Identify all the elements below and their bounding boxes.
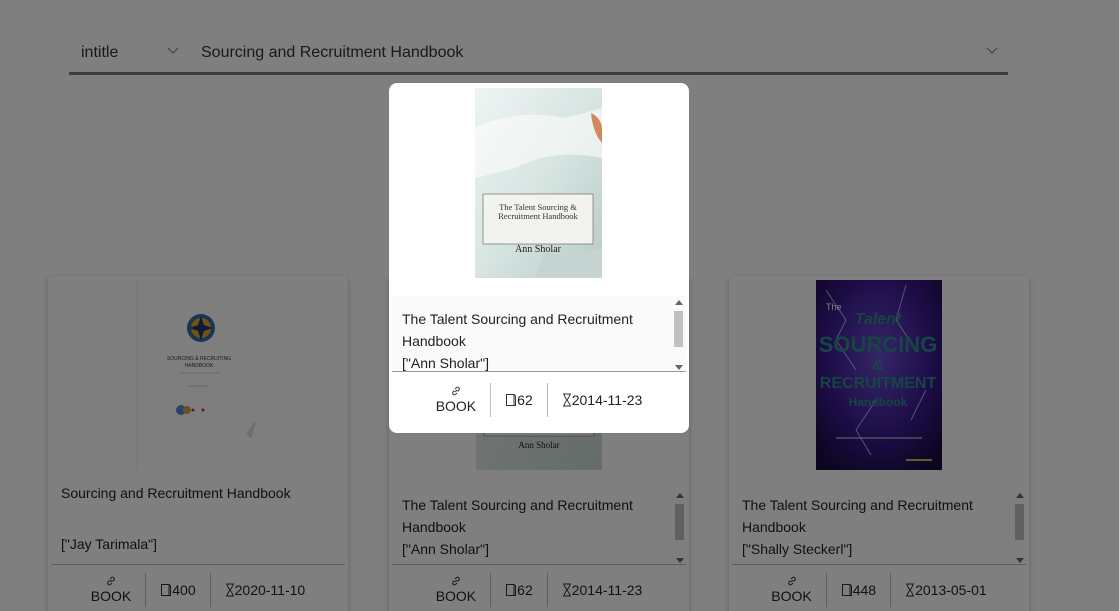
book-detail-modal: The Talent Sourcing & Recruitment Handbo…	[389, 83, 689, 433]
hourglass-icon	[562, 393, 571, 407]
scroll-down-icon[interactable]	[675, 365, 683, 370]
book-authors: ["Ann Sholar"]	[402, 355, 489, 371]
book-meta: BOOK 62 2014-11-23	[389, 382, 689, 418]
cover-title-line: Recruitment Handbook	[498, 211, 578, 221]
cover-author: Ann Sholar	[515, 244, 562, 255]
book-link[interactable]: BOOK	[422, 385, 490, 415]
page-count-value: 62	[517, 392, 533, 408]
publish-date: 2014-11-23	[548, 392, 657, 408]
divider	[392, 371, 686, 372]
scrollbar-thumb[interactable]	[674, 311, 683, 347]
book-link-label: BOOK	[435, 398, 477, 414]
book-cover-image: The Talent Sourcing & Recruitment Handbo…	[475, 88, 602, 278]
search-results-page: intitle Sourcing and Recruitment Handboo…	[0, 0, 1119, 611]
publish-date-value: 2014-11-23	[571, 392, 643, 408]
book-icon	[506, 394, 517, 406]
page-count: 62	[491, 392, 547, 408]
link-icon	[452, 386, 460, 396]
book-info: The Talent Sourcing and Recruitment Hand…	[392, 296, 686, 372]
book-title: The Talent Sourcing and Recruitment Hand…	[402, 311, 633, 349]
scrollbar[interactable]	[673, 299, 684, 371]
scroll-up-icon[interactable]	[675, 300, 683, 305]
